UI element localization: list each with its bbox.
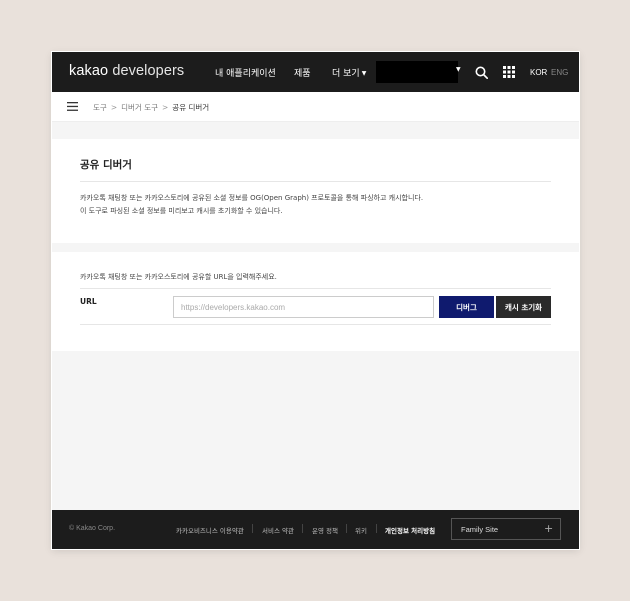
footer-link-wiki[interactable]: 위키 [355,525,367,535]
breadcrumb: 도구 > 디버거 도구 > 공유 디버거 [93,102,209,113]
account-chevron-down-icon[interactable]: ▼ [456,66,461,73]
divider [80,288,551,289]
nav-more-label: 더 보기 [332,69,360,79]
breadcrumb-separator: > [162,103,169,112]
footer-link-business-terms[interactable]: 카카오비즈니스 이용약관 [176,525,244,535]
account-dropdown-redacted[interactable] [376,61,458,83]
hamburger-menu-icon[interactable] [67,102,78,111]
breadcrumb-debugger-tools[interactable]: 디버거 도구 [121,103,158,112]
kakao-developers-logo[interactable]: kakao developers [69,63,184,79]
nav-products[interactable]: 제품 [294,66,311,79]
divider [80,181,551,182]
breadcrumb-bar: 도구 > 디버거 도구 > 공유 디버거 [52,92,579,122]
family-site-dropdown[interactable]: Family Site + [451,518,561,540]
logo-developers-text: developers [112,63,185,79]
description-panel: 공유 디버거 카카오톡 채팅창 또는 카카오스토리에 공유된 소셜 정보를 OG… [52,139,579,243]
footer-link-service-terms[interactable]: 서비스 약관 [262,525,294,535]
top-navigation-bar: kakao developers 내 애플리케이션 제품 더 보기 ▼ ▼ KOR… [52,52,579,92]
url-input[interactable] [173,296,434,318]
browser-window: kakao developers 내 애플리케이션 제품 더 보기 ▼ ▼ KOR… [52,52,579,549]
footer-link-privacy-policy[interactable]: 개인정보 처리방침 [385,525,435,535]
apps-grid-icon[interactable] [503,66,515,78]
footer-separator [252,524,253,533]
breadcrumb-tools[interactable]: 도구 [93,103,107,112]
copyright: © Kakao Corp. [69,525,116,532]
footer-separator [302,524,303,533]
lang-eng[interactable]: ENG [551,68,568,77]
footer-separator [346,524,347,533]
footer: © Kakao Corp. 카카오비즈니스 이용약관 서비스 약관 운영 정책 … [52,510,579,549]
logo-kakao-text: kakao [69,63,109,79]
form-instruction: 카카오톡 채팅창 또는 카카오스토리에 공유할 URL을 입력해주세요. [80,273,277,281]
chevron-down-icon: ▼ [361,70,367,77]
search-icon[interactable] [475,66,488,79]
url-form-panel: 카카오톡 채팅창 또는 카카오스토리에 공유할 URL을 입력해주세요. URL… [52,252,579,351]
family-site-label: Family Site [461,525,499,534]
nav-more[interactable]: 더 보기 ▼ [332,66,366,79]
description-line-1: 카카오톡 채팅창 또는 카카오스토리에 공유된 소셜 정보를 OG(Open G… [80,194,424,202]
page-title: 공유 디버거 [80,159,132,171]
cache-reset-button[interactable]: 캐시 초기화 [496,296,551,318]
lang-kor[interactable]: KOR [530,68,547,77]
nav-my-applications[interactable]: 내 애플리케이션 [215,66,276,79]
plus-icon: + [544,522,554,535]
divider [80,324,551,325]
description-line-2: 이 도구로 파싱된 소셜 정보를 미리보고 캐시를 초기화할 수 있습니다. [80,207,283,215]
breadcrumb-separator: > [110,103,118,112]
footer-separator [376,524,377,533]
footer-link-operation-policy[interactable]: 운영 정책 [312,525,338,535]
breadcrumb-current: 공유 디버거 [172,103,210,112]
url-label: URL [80,297,97,306]
debug-button[interactable]: 디버그 [439,296,494,318]
